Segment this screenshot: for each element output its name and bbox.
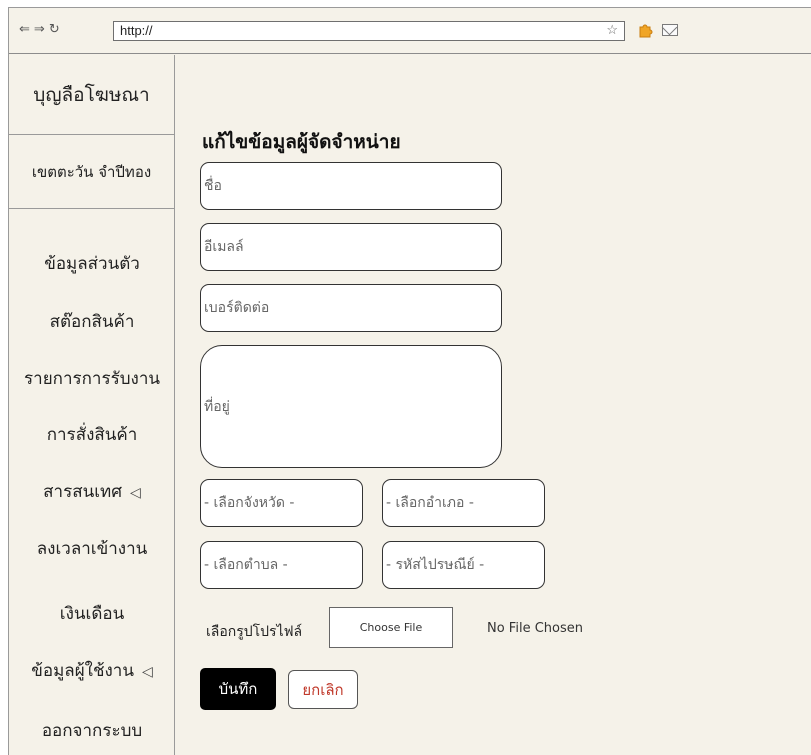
sidebar-item-users[interactable]: ข้อมูลผู้ใช้งาน ◁ — [9, 657, 175, 684]
browser-window: ⇐ ⇒ ↻ http:// ☆ บุญลือโฆษณา เขตตะวัน จำป… — [8, 7, 811, 755]
sidebar-item-orders[interactable]: การสั่งสินค้า — [9, 421, 175, 448]
address-bar[interactable]: http:// ☆ — [113, 21, 625, 41]
province-select[interactable]: - เลือกจังหวัด - — [200, 479, 363, 527]
province-select-value: - เลือกจังหวัด - — [204, 495, 295, 511]
cancel-button[interactable]: ยกเลิก — [288, 670, 358, 709]
postcode-select[interactable]: - รหัสไปรษณีย์ - — [382, 541, 545, 589]
postcode-select-value: - รหัสไปรษณีย์ - — [386, 557, 485, 573]
email-placeholder: อีเมลล์ — [204, 239, 244, 255]
district-select-value: - เลือกอำเภอ - — [386, 495, 474, 511]
puzzle-icon[interactable] — [637, 21, 655, 39]
forward-icon[interactable]: ⇒ — [34, 22, 45, 37]
star-icon[interactable]: ☆ — [606, 22, 618, 38]
sidebar-item-label: ลงเวลาเข้างาน — [36, 539, 148, 559]
sidebar-item-label: สต๊อกสินค้า — [49, 312, 135, 332]
sidebar-item-jobs[interactable]: รายการการรับงาน — [9, 365, 175, 392]
sidebar: บุญลือโฆษณา เขตตะวัน จำปีทอง ข้อมูลส่วนต… — [9, 55, 175, 755]
sidebar-item-information[interactable]: สารสนเทศ ◁ — [9, 478, 175, 505]
sidebar-item-label: ออกจากระบบ — [41, 721, 143, 741]
nav-controls: ⇐ ⇒ ↻ — [19, 22, 60, 37]
sidebar-item-label: การสั่งสินค้า — [46, 425, 138, 445]
district-select[interactable]: - เลือกอำเภอ - — [382, 479, 545, 527]
save-button[interactable]: บันทึก — [200, 668, 276, 710]
sidebar-item-label: เงินเดือน — [59, 604, 125, 624]
main-content: แก้ไขข้อมูลผู้จัดจำหน่าย ชื่อ อีเมลล์ เบ… — [176, 55, 811, 755]
subdistrict-select[interactable]: - เลือกตำบล - — [200, 541, 363, 589]
sidebar-item-label: สารสนเทศ — [43, 482, 123, 502]
mail-icon[interactable] — [662, 24, 678, 36]
sidebar-item-label: ข้อมูลผู้ใช้งาน — [31, 661, 134, 681]
browser-toolbar: ⇐ ⇒ ↻ http:// ☆ — [9, 8, 811, 54]
file-status: No File Chosen — [487, 621, 583, 636]
name-placeholder: ชื่อ — [204, 178, 222, 194]
back-icon[interactable]: ⇐ — [19, 22, 30, 37]
subdistrict-select-value: - เลือกตำบล - — [204, 557, 288, 573]
sidebar-item-label: รายการการรับงาน — [24, 369, 160, 389]
address-field[interactable]: ที่อยู่ — [200, 345, 502, 468]
name-field[interactable]: ชื่อ — [200, 162, 502, 210]
phone-field[interactable]: เบอร์ติดต่อ — [200, 284, 502, 332]
phone-placeholder: เบอร์ติดต่อ — [204, 300, 270, 316]
sidebar-item-profile[interactable]: ข้อมูลส่วนตัว — [9, 250, 175, 277]
sidebar-item-salary[interactable]: เงินเดือน — [9, 600, 175, 627]
sidebar-item-timesheet[interactable]: ลงเวลาเข้างาน — [9, 535, 175, 562]
profile-picture-label: เลือกรูปโปรไฟล์ — [206, 624, 303, 640]
expand-arrow-icon: ◁ — [130, 485, 141, 501]
page-title: แก้ไขข้อมูลผู้จัดจำหน่าย — [202, 131, 401, 153]
sidebar-item-logout[interactable]: ออกจากระบบ — [9, 717, 175, 744]
brand-name: บุญลือโฆษณา — [9, 55, 174, 135]
choose-file-button[interactable]: Choose File — [329, 607, 453, 648]
user-name: เขตตะวัน จำปีทอง — [9, 135, 174, 209]
sidebar-item-label: ข้อมูลส่วนตัว — [44, 254, 140, 274]
email-field[interactable]: อีเมลล์ — [200, 223, 502, 271]
reload-icon[interactable]: ↻ — [49, 22, 60, 37]
expand-arrow-icon: ◁ — [141, 664, 153, 680]
sidebar-item-stock[interactable]: สต๊อกสินค้า — [9, 308, 175, 335]
address-placeholder: ที่อยู่ — [204, 398, 230, 415]
address-url: http:// — [120, 23, 153, 38]
